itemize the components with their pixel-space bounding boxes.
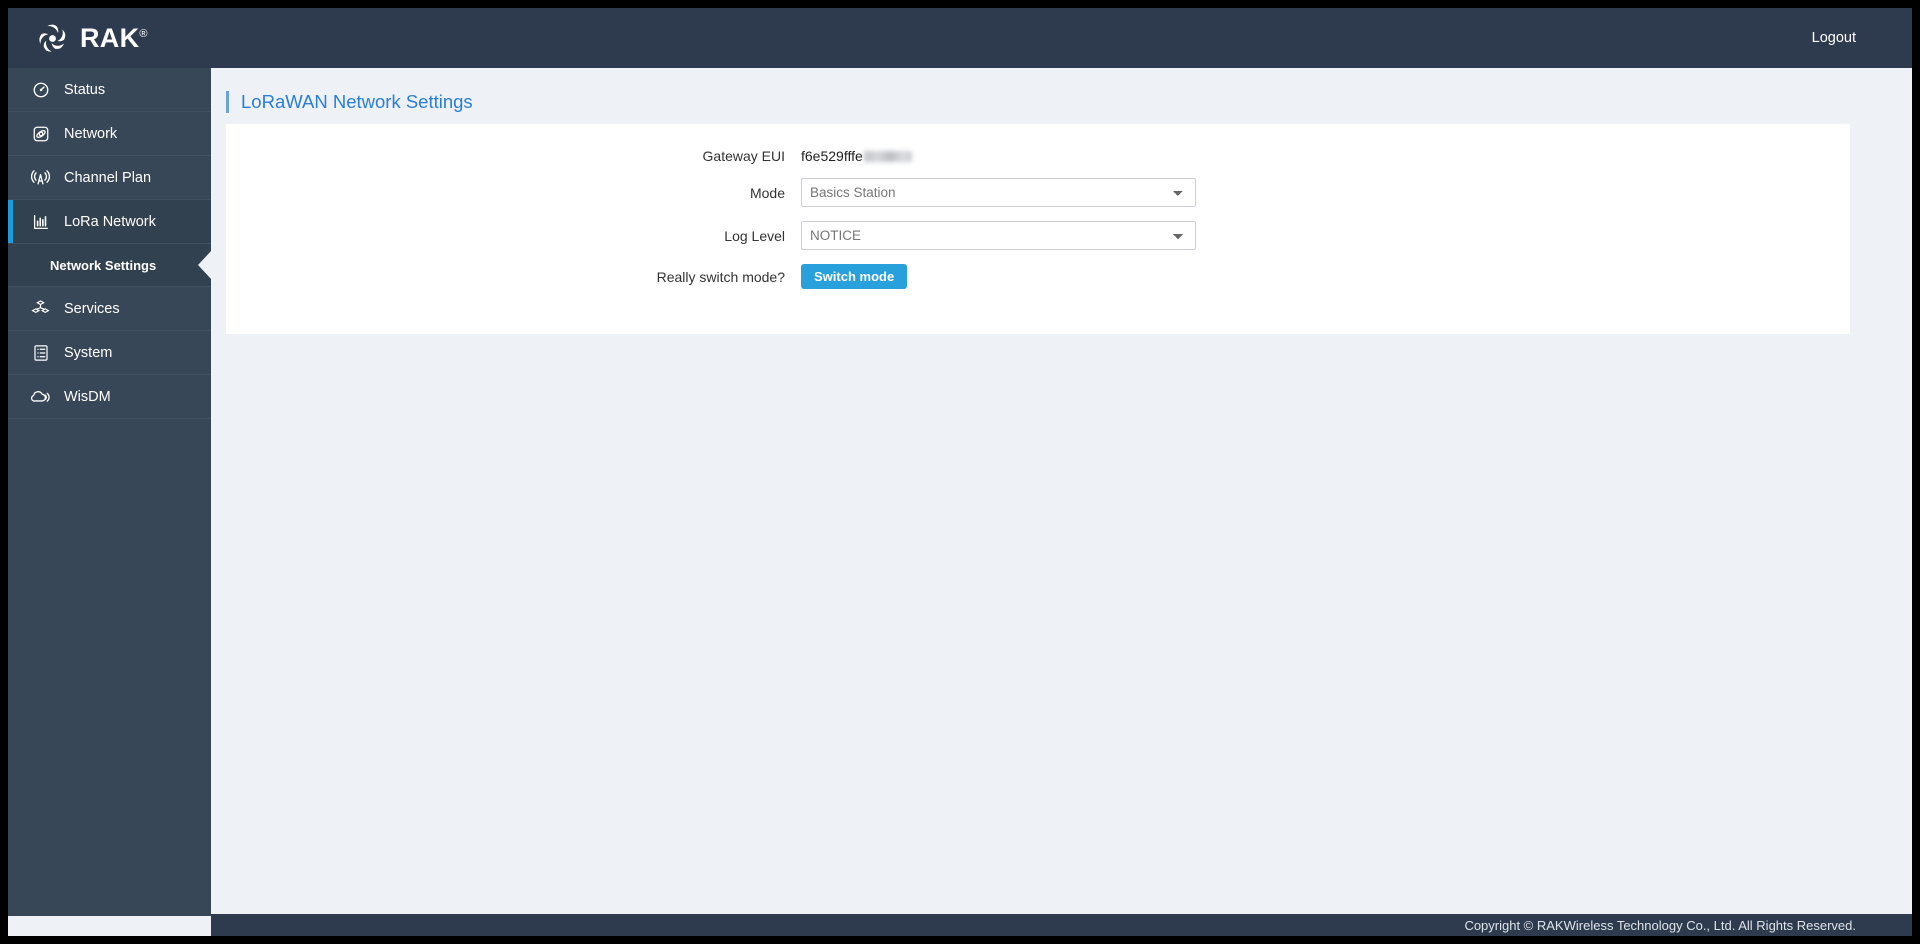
application-window: RAK® Logout Status Network Channel Plan … xyxy=(8,8,1912,936)
antenna-icon xyxy=(30,167,51,188)
gateway-eui-value-container: f6e529fffe xyxy=(801,148,912,164)
form-row-mode: Mode Basics Station xyxy=(226,178,1850,207)
sidebar-item-label: Channel Plan xyxy=(64,169,152,186)
sidebar-item-label: System xyxy=(64,344,113,361)
brand-name: RAK® xyxy=(80,22,148,53)
list-panel-icon xyxy=(30,342,51,363)
logout-button[interactable]: Logout xyxy=(1812,30,1856,46)
gateway-eui-value: f6e529fffe xyxy=(801,148,863,164)
sidebar-item-lora-network[interactable]: LoRa Network xyxy=(8,200,211,244)
sidebar-item-network[interactable]: Network xyxy=(8,112,211,156)
registered-mark: ® xyxy=(139,27,148,40)
copyright-text: Copyright © RAKWireless Technology Co., … xyxy=(1464,917,1856,933)
sidebar-navigation: Status Network Channel Plan LoRa Network… xyxy=(8,68,212,916)
settings-card: Gateway EUI f6e529fffe Mode Basics Stati… xyxy=(226,124,1850,334)
top-bar: RAK® Logout xyxy=(8,8,1912,68)
brand-logo-area[interactable]: RAK® xyxy=(36,22,148,55)
switch-mode-label: Really switch mode? xyxy=(656,268,785,285)
sidebar-item-label: WisDM xyxy=(64,388,111,405)
page-title-container: LoRaWAN Network Settings xyxy=(226,89,1912,115)
log-level-label: Log Level xyxy=(724,227,785,244)
bar-chart-icon xyxy=(30,211,51,232)
sidebar-item-label: Network xyxy=(64,125,118,142)
sidebar-item-label: Status xyxy=(64,81,106,98)
log-level-select[interactable]: NOTICE xyxy=(801,221,1196,250)
title-accent-bar xyxy=(226,91,229,113)
sidebar-subitem-network-settings[interactable]: Network Settings xyxy=(8,244,212,287)
main-content: LoRaWAN Network Settings Gateway EUI f6e… xyxy=(211,68,1912,916)
switch-mode-field: Switch mode xyxy=(801,264,908,289)
cubes-icon xyxy=(30,298,51,319)
log-level-field: NOTICE xyxy=(801,221,1196,250)
sidebar-item-channel-plan[interactable]: Channel Plan xyxy=(8,156,211,200)
sidebar-item-label: LoRa Network xyxy=(64,213,156,230)
mode-field: Basics Station xyxy=(801,178,1196,207)
sidebar-item-status[interactable]: Status xyxy=(8,68,211,112)
mode-label: Mode xyxy=(749,184,785,201)
gateway-eui-label: Gateway EUI xyxy=(702,148,785,164)
cloud-signal-icon xyxy=(30,386,51,407)
form-row-switch-mode: Really switch mode? Switch mode xyxy=(226,264,1850,289)
form-row-log-level: Log Level NOTICE xyxy=(226,221,1850,250)
sidebar-subitem-label: Network Settings xyxy=(50,257,157,273)
rak-swirl-logo-icon xyxy=(36,22,69,55)
switch-mode-button[interactable]: Switch mode xyxy=(801,264,908,289)
sidebar-item-services[interactable]: Services xyxy=(8,287,211,331)
sidebar-item-wisdm[interactable]: WisDM xyxy=(8,375,211,419)
active-pointer-icon xyxy=(198,250,212,280)
gateway-eui-redaction xyxy=(863,150,912,162)
page-title: LoRaWAN Network Settings xyxy=(241,91,473,112)
gauge-icon xyxy=(30,79,51,100)
sidebar-item-label: Services xyxy=(64,300,120,317)
globe-network-icon xyxy=(30,123,51,144)
mode-select[interactable]: Basics Station xyxy=(801,178,1196,207)
form-row-gateway-eui: Gateway EUI f6e529fffe xyxy=(226,148,1850,164)
sidebar-item-system[interactable]: System xyxy=(8,331,211,375)
footer-bar: Copyright © RAKWireless Technology Co., … xyxy=(211,914,1912,936)
